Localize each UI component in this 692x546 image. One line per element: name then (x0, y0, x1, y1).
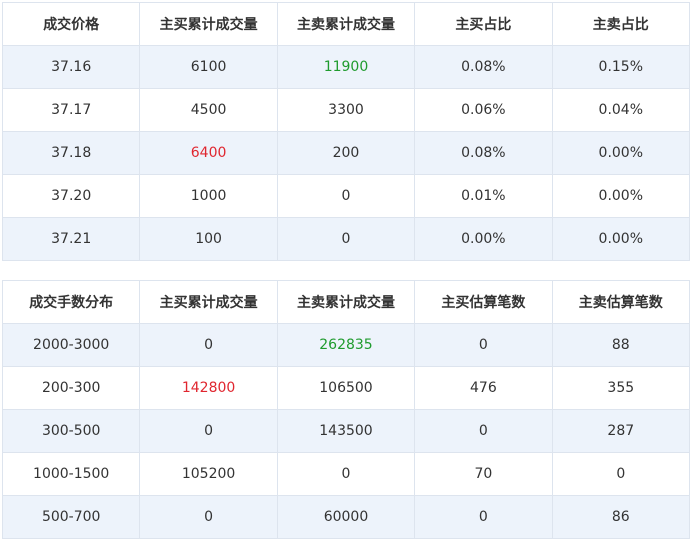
cell-sell-count: 86 (551, 495, 691, 539)
table-row: 200-300 142800 106500 476 355 (1, 366, 691, 410)
cell-price: 37.16 (1, 45, 141, 89)
cell-sell-volume: 200 (276, 131, 416, 175)
cell-sell-ratio: 0.00% (551, 174, 691, 218)
table-row: 37.16 6100 11900 0.08% 0.15% (1, 45, 691, 89)
header-active-buy-ratio: 主买占比 (414, 2, 553, 46)
cell-sell-ratio: 0.04% (551, 88, 691, 132)
cell-sell-count: 0 (551, 452, 691, 496)
cell-buy-volume: 1000 (139, 174, 278, 218)
cell-sell-volume: 0 (276, 452, 416, 496)
table-header-row: 成交手数分布 主买累计成交量 主卖累计成交量 主买估算笔数 主卖估算笔数 (1, 280, 691, 324)
table-row: 300-500 0 143500 0 287 (1, 409, 691, 453)
header-active-sell-count: 主卖估算笔数 (551, 280, 691, 324)
table-row: 500-700 0 60000 0 86 (1, 495, 691, 539)
cell-price: 37.18 (1, 131, 141, 175)
cell-buy-count: 0 (414, 409, 553, 453)
table-row: 1000-1500 105200 0 70 0 (1, 452, 691, 496)
cell-buy-volume: 105200 (139, 452, 278, 496)
cell-buy-volume: 142800 (139, 366, 278, 410)
table-row: 2000-3000 0 262835 0 88 (1, 323, 691, 367)
cell-buy-ratio: 0.08% (414, 131, 553, 175)
cell-buy-count: 0 (414, 323, 553, 367)
cell-sell-volume: 0 (276, 217, 416, 261)
cell-sell-ratio: 0.00% (551, 131, 691, 175)
cell-buy-volume: 0 (139, 495, 278, 539)
cell-sell-volume: 60000 (276, 495, 416, 539)
cell-lot-range: 200-300 (1, 366, 141, 410)
cell-sell-count: 355 (551, 366, 691, 410)
table-header-row: 成交价格 主买累计成交量 主卖累计成交量 主买占比 主卖占比 (1, 2, 691, 46)
cell-buy-volume: 4500 (139, 88, 278, 132)
header-active-buy-volume: 主买累计成交量 (139, 2, 278, 46)
cell-buy-volume: 0 (139, 409, 278, 453)
header-trade-price: 成交价格 (1, 2, 141, 46)
table-row: 37.17 4500 3300 0.06% 0.04% (1, 88, 691, 132)
cell-sell-count: 88 (551, 323, 691, 367)
cell-buy-volume: 6100 (139, 45, 278, 89)
cell-buy-count: 476 (414, 366, 553, 410)
cell-buy-count: 0 (414, 495, 553, 539)
cell-buy-ratio: 0.06% (414, 88, 553, 132)
cell-sell-volume: 143500 (276, 409, 416, 453)
cell-buy-volume: 0 (139, 323, 278, 367)
table-row: 37.18 6400 200 0.08% 0.00% (1, 131, 691, 175)
cell-sell-volume: 0 (276, 174, 416, 218)
cell-price: 37.21 (1, 217, 141, 261)
table-row: 37.20 1000 0 0.01% 0.00% (1, 174, 691, 218)
cell-buy-count: 70 (414, 452, 553, 496)
cell-buy-volume: 6400 (139, 131, 278, 175)
price-distribution-table: 成交价格 主买累计成交量 主卖累计成交量 主买占比 主卖占比 37.16 610… (1, 2, 691, 261)
cell-price: 37.17 (1, 88, 141, 132)
cell-lot-range: 300-500 (1, 409, 141, 453)
cell-lot-range: 1000-1500 (1, 452, 141, 496)
cell-sell-volume: 3300 (276, 88, 416, 132)
cell-buy-ratio: 0.01% (414, 174, 553, 218)
cell-buy-ratio: 0.08% (414, 45, 553, 89)
cell-lot-range: 2000-3000 (1, 323, 141, 367)
cell-sell-volume: 106500 (276, 366, 416, 410)
header-active-buy-volume: 主买累计成交量 (139, 280, 278, 324)
header-active-buy-count: 主买估算笔数 (414, 280, 553, 324)
header-active-sell-ratio: 主卖占比 (551, 2, 691, 46)
cell-sell-ratio: 0.15% (551, 45, 691, 89)
cell-price: 37.20 (1, 174, 141, 218)
cell-sell-volume: 262835 (276, 323, 416, 367)
lot-size-distribution-table: 成交手数分布 主买累计成交量 主卖累计成交量 主买估算笔数 主卖估算笔数 200… (1, 280, 691, 539)
header-active-sell-volume: 主卖累计成交量 (276, 280, 416, 324)
table-row: 37.21 100 0 0.00% 0.00% (1, 217, 691, 261)
cell-sell-volume: 11900 (276, 45, 416, 89)
cell-lot-range: 500-700 (1, 495, 141, 539)
cell-buy-ratio: 0.00% (414, 217, 553, 261)
header-lot-size-range: 成交手数分布 (1, 280, 141, 324)
cell-sell-count: 287 (551, 409, 691, 453)
cell-sell-ratio: 0.00% (551, 217, 691, 261)
header-active-sell-volume: 主卖累计成交量 (276, 2, 416, 46)
cell-buy-volume: 100 (139, 217, 278, 261)
